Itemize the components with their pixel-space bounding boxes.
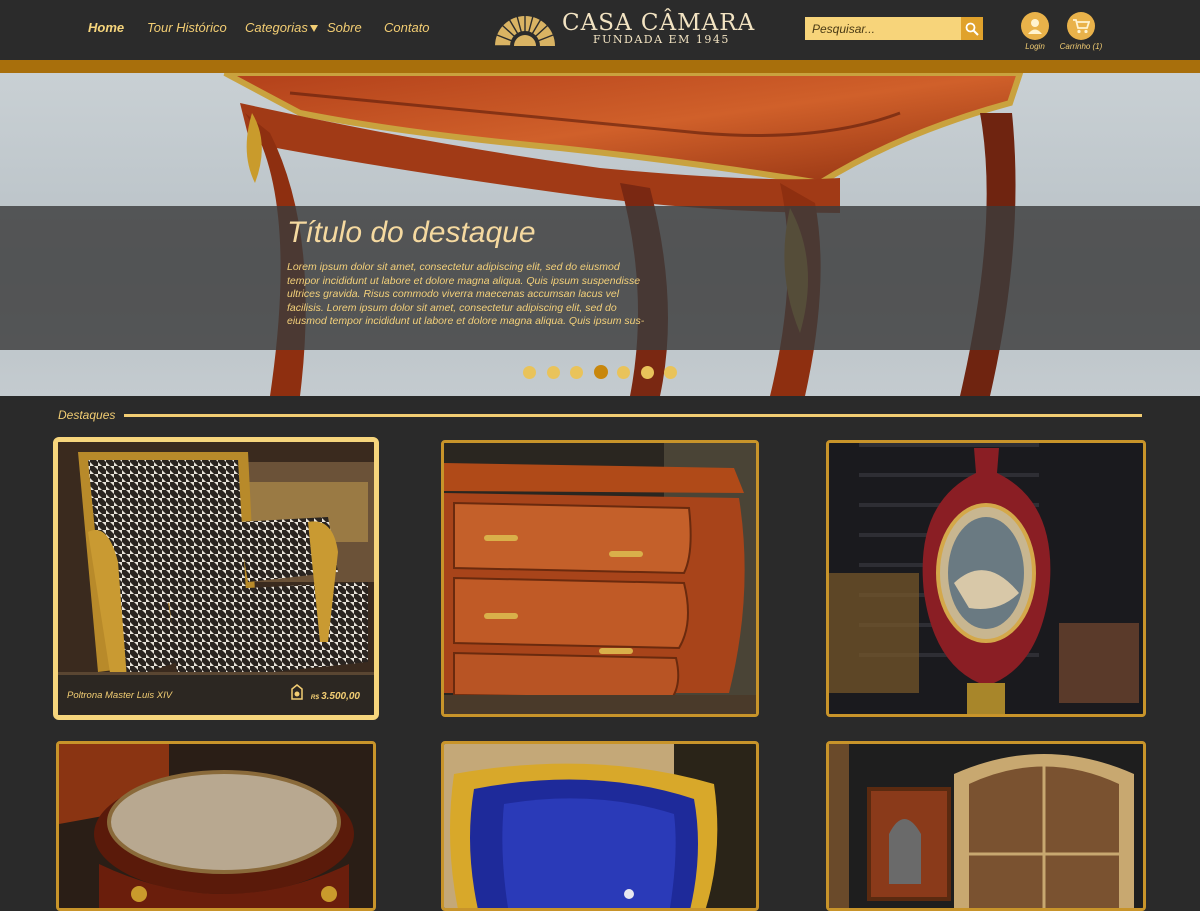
product-card[interactable] [56,741,376,911]
search-box [805,17,983,40]
product-card[interactable] [441,741,759,911]
cart-label: Carrinho (1) [1059,42,1103,51]
carousel-dot-1[interactable] [523,366,536,379]
chevron-down-icon [309,25,318,33]
price-tag-icon [291,684,303,700]
product-image-pedestal-table [59,744,373,908]
nav-categorias[interactable]: Categorias [245,20,318,35]
carousel-dot-5[interactable] [617,366,630,379]
hero-text: Lorem ipsum dolor sit amet, consectetur … [287,261,645,327]
site-header: Home Tour Histórico Categorias Sobre Con… [0,0,1200,60]
header-divider [0,60,1200,73]
section-title: Destaques [58,408,116,422]
section-divider [124,414,1142,417]
product-image-commode [444,443,756,714]
carousel-dot-4[interactable] [593,365,608,379]
nav-home[interactable]: Home [88,20,124,35]
nav-contato[interactable]: Contato [384,20,430,35]
product-card[interactable]: Poltrona Master Luis XIV R$ 3.500,00 [53,437,379,720]
cart-icon [1073,19,1090,34]
product-image-cushion [444,744,756,908]
fan-logo-icon [495,15,555,47]
hero-title: Título do destaque [287,216,536,249]
product-card[interactable] [826,440,1146,717]
carousel-dot-3[interactable] [570,366,583,379]
nav-categorias-label: Categorias [245,20,308,35]
cart-button[interactable]: Carrinho (1) [1051,12,1111,51]
site-logo[interactable]: CASA CÂMARA FUNDADA EM 1945 [492,10,754,50]
hero-carousel[interactable]: Título do destaque Lorem ipsum dolor sit… [0,73,1200,396]
product-card[interactable] [826,741,1146,911]
logo-tagline: FUNDADA EM 1945 [593,33,730,46]
nav-tour-historico[interactable]: Tour Histórico [147,20,227,35]
price-value: 3.500,00 [321,691,360,702]
carousel-dot-6[interactable] [640,366,654,379]
product-name: Poltrona Master Luis XIV [67,690,173,701]
price-currency: R$ [310,694,320,701]
carousel-dot-7[interactable] [664,366,677,379]
search-input[interactable] [805,17,961,40]
search-button[interactable] [961,17,983,40]
product-image-sedan-chair [829,744,1143,908]
product-card[interactable] [441,440,759,717]
search-icon [965,22,979,36]
user-icon [1028,19,1042,34]
product-image-vase [829,443,1143,714]
nav-sobre[interactable]: Sobre [327,20,362,35]
carousel-dot-2[interactable] [546,366,560,379]
product-price: R$ 3.500,00 [311,691,360,702]
